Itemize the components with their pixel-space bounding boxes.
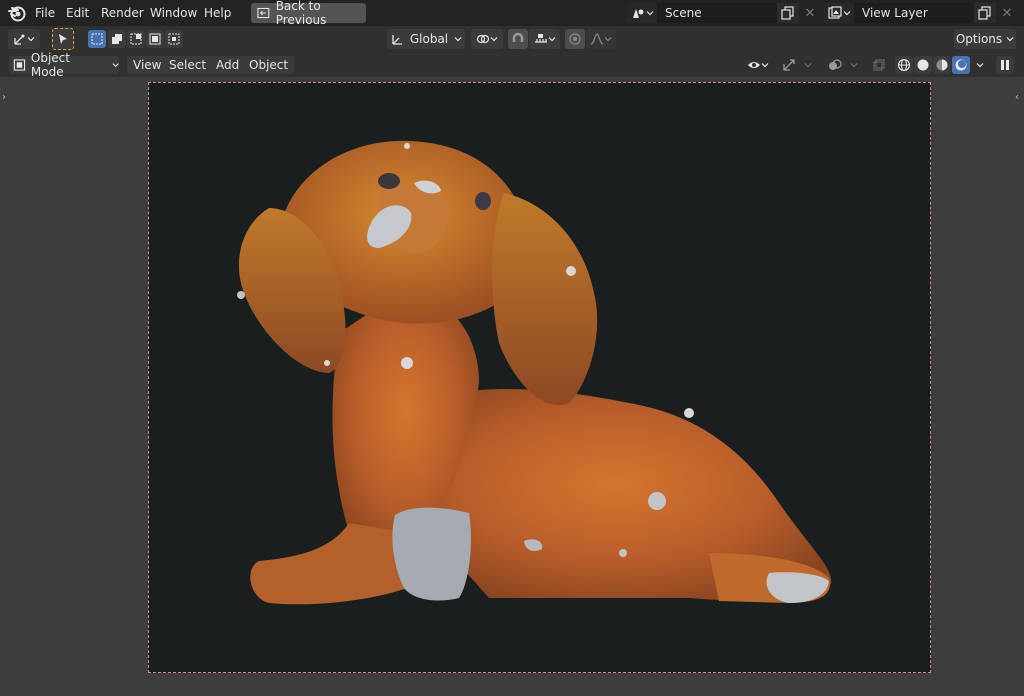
interaction-mode-dropdown[interactable]: Object Mode xyxy=(9,51,119,79)
proportional-editing-toggle[interactable] xyxy=(565,29,585,49)
chevron-down-icon xyxy=(112,63,119,68)
snapping-toggle[interactable] xyxy=(508,29,528,49)
chevron-down-icon xyxy=(454,37,462,42)
falloff-curve-icon xyxy=(590,33,604,45)
shading-solid-button[interactable] xyxy=(914,56,932,74)
menu-edit[interactable]: Edit xyxy=(66,5,89,21)
scene-browse-button[interactable] xyxy=(627,3,657,23)
overlays-dropdown[interactable] xyxy=(846,55,862,75)
back-to-previous-button[interactable]: Back to Previous xyxy=(251,0,366,27)
chevron-down-icon xyxy=(490,37,498,42)
transform-orientation-dropdown[interactable]: Global xyxy=(387,29,465,49)
duplicate-icon xyxy=(978,6,991,20)
sidebar-expand-arrow-icon[interactable]: ‹ xyxy=(1015,92,1019,103)
camera-view-render[interactable] xyxy=(148,82,931,673)
options-dropdown[interactable]: Options xyxy=(954,29,1016,49)
orientation-global-icon xyxy=(392,35,402,45)
select-mode-difference-button[interactable] xyxy=(146,30,164,48)
dog-figurine-image xyxy=(237,140,832,605)
shading-options-dropdown[interactable] xyxy=(972,56,988,74)
xray-toggle[interactable] xyxy=(870,55,888,75)
gizmo-toggle[interactable] xyxy=(778,55,800,75)
delete-view-layer-icon[interactable]: ✕ xyxy=(996,3,1018,23)
back-to-previous-label: Back to Previous xyxy=(275,0,327,27)
scene-selector[interactable]: Scene ✕ xyxy=(627,3,821,23)
gizmo-dropdown[interactable] xyxy=(800,55,816,75)
rendered-sphere-icon xyxy=(955,59,967,71)
select-tool-button[interactable] xyxy=(52,28,74,50)
pivot-point-dropdown[interactable] xyxy=(471,29,503,49)
wireframe-sphere-icon xyxy=(897,58,911,72)
gizmo-icon xyxy=(783,59,795,71)
select-extend-icon xyxy=(112,34,122,44)
menu-select[interactable]: Select xyxy=(163,56,213,74)
toolbar-expand-arrow-icon[interactable]: › xyxy=(2,92,6,103)
select-mode-intersect-button[interactable] xyxy=(165,30,183,48)
duplicate-icon xyxy=(781,6,794,20)
shading-material-button[interactable] xyxy=(933,56,951,74)
scene-icon xyxy=(632,9,643,18)
menu-object[interactable]: Object xyxy=(243,56,295,74)
back-arrow-icon xyxy=(257,7,270,19)
orientation-label: Global xyxy=(409,32,449,46)
select-subtract-icon xyxy=(130,33,142,45)
select-intersect-icon xyxy=(168,33,180,45)
3d-viewport-icon xyxy=(14,34,25,45)
options-label: Options xyxy=(955,32,1003,46)
menu-file[interactable]: File xyxy=(35,5,55,21)
chevron-down-icon xyxy=(1006,37,1014,42)
chevron-down-icon xyxy=(646,11,653,16)
delete-scene-icon[interactable]: ✕ xyxy=(799,3,821,23)
chevron-down-icon xyxy=(604,37,612,42)
tool-header: Global Options xyxy=(0,26,1024,53)
new-view-layer-button[interactable] xyxy=(974,3,996,23)
pivot-point-icon xyxy=(476,34,490,44)
menu-window[interactable]: Window xyxy=(150,5,197,21)
chevron-down-icon xyxy=(843,11,850,16)
material-sphere-icon xyxy=(936,59,948,71)
visibility-dropdown[interactable] xyxy=(742,55,774,75)
cursor-arrow-icon xyxy=(59,34,67,44)
view-layer-name-field[interactable]: View Layer xyxy=(854,3,974,23)
menu-render[interactable]: Render xyxy=(101,5,144,21)
chevron-down-icon xyxy=(976,63,984,68)
xray-icon xyxy=(873,59,885,71)
shading-wireframe-button[interactable] xyxy=(895,56,913,74)
menu-add[interactable]: Add xyxy=(210,56,246,74)
render-layers-icon xyxy=(827,6,842,19)
top-bar: File Edit Render Window Help Back to Pre… xyxy=(0,0,1024,27)
select-new-icon xyxy=(91,33,103,45)
snap-increment-icon xyxy=(534,34,547,43)
pause-icon xyxy=(1001,60,1009,70)
mode-label: Object Mode xyxy=(30,51,70,79)
pause-render-button[interactable] xyxy=(996,56,1014,74)
view-layer-selector[interactable]: View Layer ✕ xyxy=(824,3,1018,23)
proportional-edit-icon xyxy=(569,33,581,45)
chevron-down-icon xyxy=(850,63,858,68)
menu-help[interactable]: Help xyxy=(204,5,231,21)
editor-type-button[interactable] xyxy=(8,29,40,49)
magnet-icon xyxy=(512,32,524,42)
proportional-falloff-dropdown[interactable] xyxy=(586,29,616,49)
chevron-down-icon xyxy=(761,63,769,68)
solid-sphere-icon xyxy=(917,59,929,71)
blender-logo-icon[interactable] xyxy=(8,4,26,22)
eye-icon xyxy=(748,62,760,68)
chevron-down-icon xyxy=(804,63,812,68)
chevron-down-icon xyxy=(548,37,555,42)
object-mode-icon xyxy=(13,59,26,71)
chevron-down-icon xyxy=(27,37,35,42)
select-mode-subtract-button[interactable] xyxy=(127,30,145,48)
select-mode-extend-button[interactable] xyxy=(108,30,126,48)
shading-rendered-button[interactable] xyxy=(952,56,970,74)
scene-name-field[interactable]: Scene xyxy=(657,3,777,23)
snap-target-dropdown[interactable] xyxy=(529,29,560,49)
menu-view[interactable]: View xyxy=(127,56,168,74)
select-difference-icon xyxy=(149,33,161,45)
overlays-toggle[interactable] xyxy=(824,55,846,75)
new-scene-button[interactable] xyxy=(777,3,799,23)
select-mode-new-button[interactable] xyxy=(88,30,106,48)
view-layer-browse-button[interactable] xyxy=(824,3,854,23)
overlays-icon xyxy=(829,59,842,70)
